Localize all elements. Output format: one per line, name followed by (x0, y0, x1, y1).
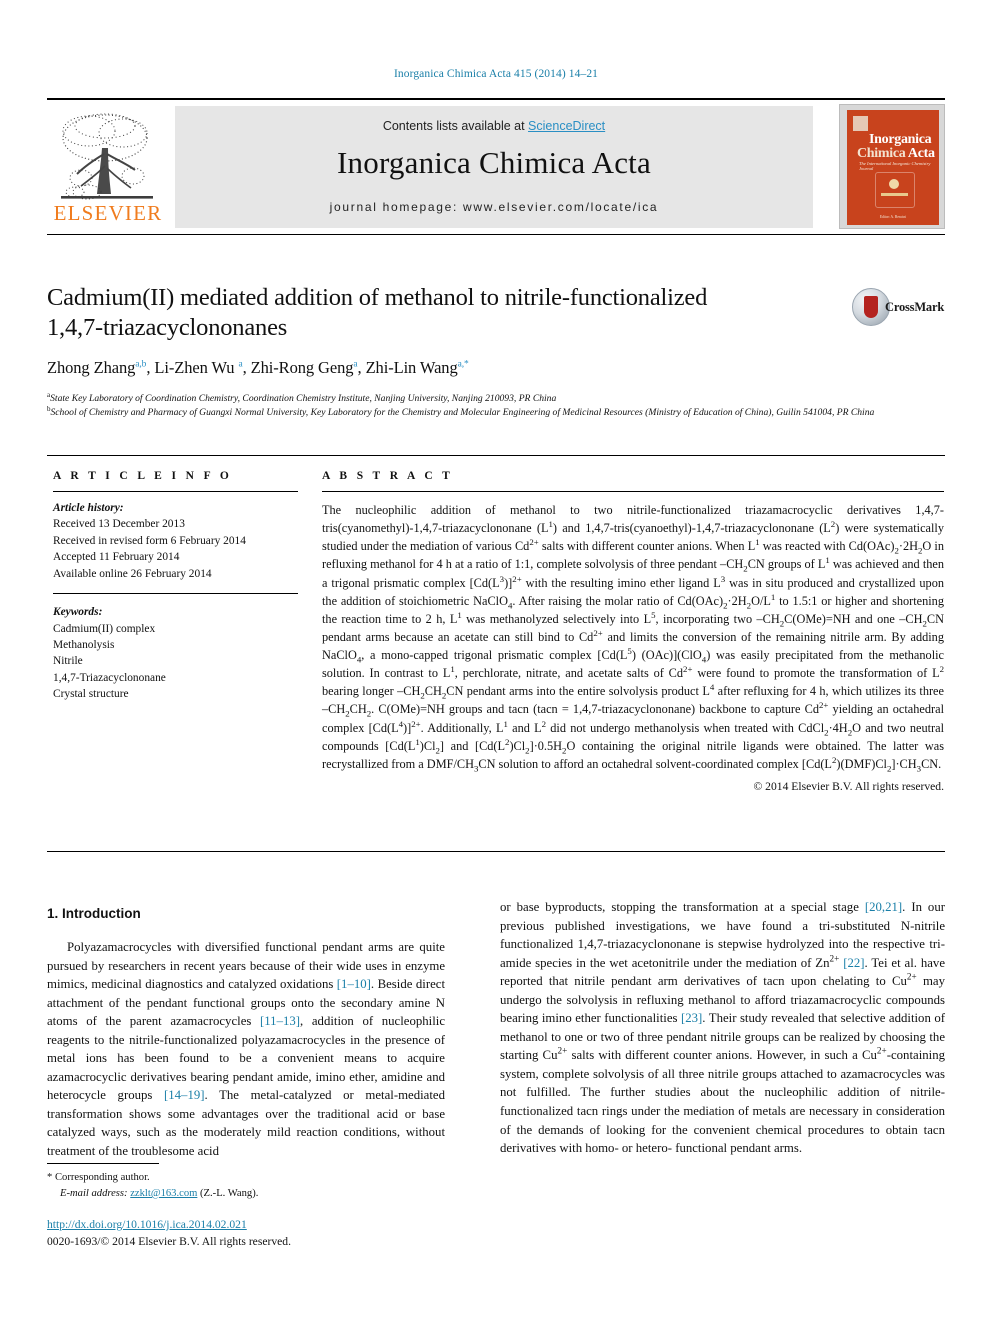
keywords-rule (53, 593, 298, 595)
contents-available-line: Contents lists available at ScienceDirec… (175, 119, 813, 133)
footnote-block: * Corresponding author. E-mail address: … (47, 1170, 447, 1202)
keyword-item: 1,4,7-Triazacyclononane (53, 671, 166, 684)
issn-copyright: 0020-1693/© 2014 Elsevier B.V. All right… (47, 1235, 291, 1248)
elsevier-wordmark: ELSEVIER (53, 201, 163, 225)
email-note: E-mail address: zzklt@163.com (Z.-L. Wan… (47, 1186, 447, 1202)
citation-ref[interactable]: [1–10] (337, 977, 371, 991)
history-item: Received 13 December 2013 (53, 518, 185, 531)
masthead-bottom-rule (47, 234, 945, 235)
cover-illustration (875, 172, 915, 208)
author-affil-marks[interactable]: a (353, 359, 357, 370)
crossmark-label: CrossMark (885, 300, 945, 314)
article-info-rule (53, 491, 298, 492)
article-history-label: Article history: (53, 502, 124, 514)
elsevier-logo: ELSEVIER (47, 104, 169, 230)
history-item: Available online 26 February 2014 (53, 567, 212, 580)
journal-homepage[interactable]: journal homepage: www.elsevier.com/locat… (175, 200, 813, 214)
abstract-copyright: © 2014 Elsevier B.V. All rights reserved… (753, 779, 944, 793)
author-name: Zhong Zhang (47, 357, 136, 377)
keyword-item: Methanolysis (53, 638, 115, 651)
cover-elsevier-icon (853, 116, 868, 131)
journal-cover-art: Inorganica Chimica Acta The Internationa… (847, 110, 939, 225)
citation-ref[interactable]: [14–19] (164, 1088, 205, 1102)
email-owner: (Z.-L. Wang). (200, 1187, 259, 1199)
abstract-heading: A B S T R A C T (322, 470, 454, 482)
article-page: Inorganica Chimica Acta 415 (2014) 14–21 (0, 0, 992, 1323)
section-heading-introduction: 1. Introduction (47, 906, 141, 921)
running-head: Inorganica Chimica Acta 415 (2014) 14–21 (393, 68, 599, 80)
cover-editor: Editor: A. Bencini (879, 215, 907, 219)
cover-tagline: The International Inorganic Chemistry Jo… (859, 161, 931, 171)
citation-ref[interactable]: [23] (681, 1011, 702, 1025)
masthead: ELSEVIER Contents lists available at Sci… (47, 104, 945, 232)
info-band-top-rule (47, 455, 945, 456)
author-affil-marks[interactable]: a,b (135, 359, 146, 370)
affiliation-text: School of Chemistry and Pharmacy of Guan… (50, 406, 875, 418)
email-link[interactable]: zzklt@163.com (130, 1188, 197, 1199)
paper-title-line1: Cadmium(II) mediated addition of methano… (47, 284, 708, 311)
affiliation-item: bSchool of Chemistry and Pharmacy of Gua… (47, 405, 947, 420)
paper-title-line2: 1,4,7-triazacyclononanes (47, 314, 288, 342)
article-info-heading: A R T I C L E I N F O (53, 470, 233, 482)
abstract-text: The nucleophilic addition of methanol to… (322, 503, 945, 774)
author-list: Zhong Zhanga,b, Li-Zhen Wu a, Zhi-Rong G… (47, 357, 469, 377)
affiliation-item: aState Key Laboratory of Coordination Ch… (47, 391, 947, 406)
affiliation-text: State Key Laboratory of Coordination Che… (50, 393, 557, 404)
footnote-rule (47, 1163, 159, 1164)
keyword-item: Cadmium(II) complex (53, 622, 156, 635)
author-affil-marks[interactable]: a (238, 359, 242, 370)
contents-prefix: Contents lists available at (382, 119, 529, 133)
author-name: Zhi-Rong Geng (250, 357, 354, 377)
crossmark-badge[interactable]: CrossMark (852, 284, 944, 342)
page-title: Cadmium(II) mediated addition of methano… (47, 283, 837, 344)
author-name: Zhi-Lin Wang (365, 357, 458, 377)
author-name: Li-Zhen Wu (154, 357, 235, 377)
email-label: E-mail address: (60, 1187, 128, 1199)
footnote-marker: * (47, 1172, 53, 1183)
citation-ref[interactable]: [11–13] (260, 1014, 300, 1028)
paragraph: Polyazamacrocycles with diversified func… (47, 940, 446, 1159)
abstract-rule (322, 491, 944, 492)
article-history: Article history: Received 13 December 20… (53, 500, 298, 582)
affiliation-list: aState Key Laboratory of Coordination Ch… (47, 391, 947, 420)
keywords-label: Keywords: (53, 606, 103, 619)
keywords-block: Keywords: Cadmium(II) complex Methanolys… (53, 604, 298, 703)
info-band-bottom-rule (47, 851, 945, 852)
sciencedirect-link[interactable]: ScienceDirect (528, 119, 605, 133)
history-item: Accepted 11 February 2014 (53, 551, 180, 564)
cover-title-line2: Chimica Acta (857, 146, 935, 161)
keyword-item: Nitrile (53, 655, 83, 668)
title-block: Cadmium(II) mediated addition of methano… (47, 283, 837, 378)
masthead-top-rule (47, 98, 945, 100)
journal-cover-thumbnail: Inorganica Chimica Acta The Internationa… (839, 104, 945, 229)
history-item: Received in revised form 6 February 2014 (53, 534, 246, 547)
journal-banner: Contents lists available at ScienceDirec… (175, 106, 813, 228)
citation-ref[interactable]: [22] (843, 956, 864, 970)
author-affil-marks[interactable]: a,* (458, 359, 469, 370)
body-column-right: or base byproducts, stopping the transfo… (500, 898, 945, 1158)
abstract-column: A B S T R A C T The nucleophilic additio… (322, 470, 944, 793)
journal-title: Inorganica Chimica Acta (337, 145, 651, 180)
corresponding-author-note: * Corresponding author. (47, 1170, 447, 1186)
article-info-column: A R T I C L E I N F O Article history: R… (53, 470, 298, 703)
paragraph: or base byproducts, stopping the transfo… (500, 900, 946, 1156)
keyword-item: Crystal structure (53, 688, 129, 701)
corresponding-author-text: Corresponding author. (54, 1172, 150, 1183)
doi-link[interactable]: http://dx.doi.org/10.1016/j.ica.2014.02.… (47, 1218, 247, 1231)
body-column-left: Polyazamacrocycles with diversified func… (47, 938, 445, 1161)
citation-ref[interactable]: [20,21] (865, 900, 902, 914)
